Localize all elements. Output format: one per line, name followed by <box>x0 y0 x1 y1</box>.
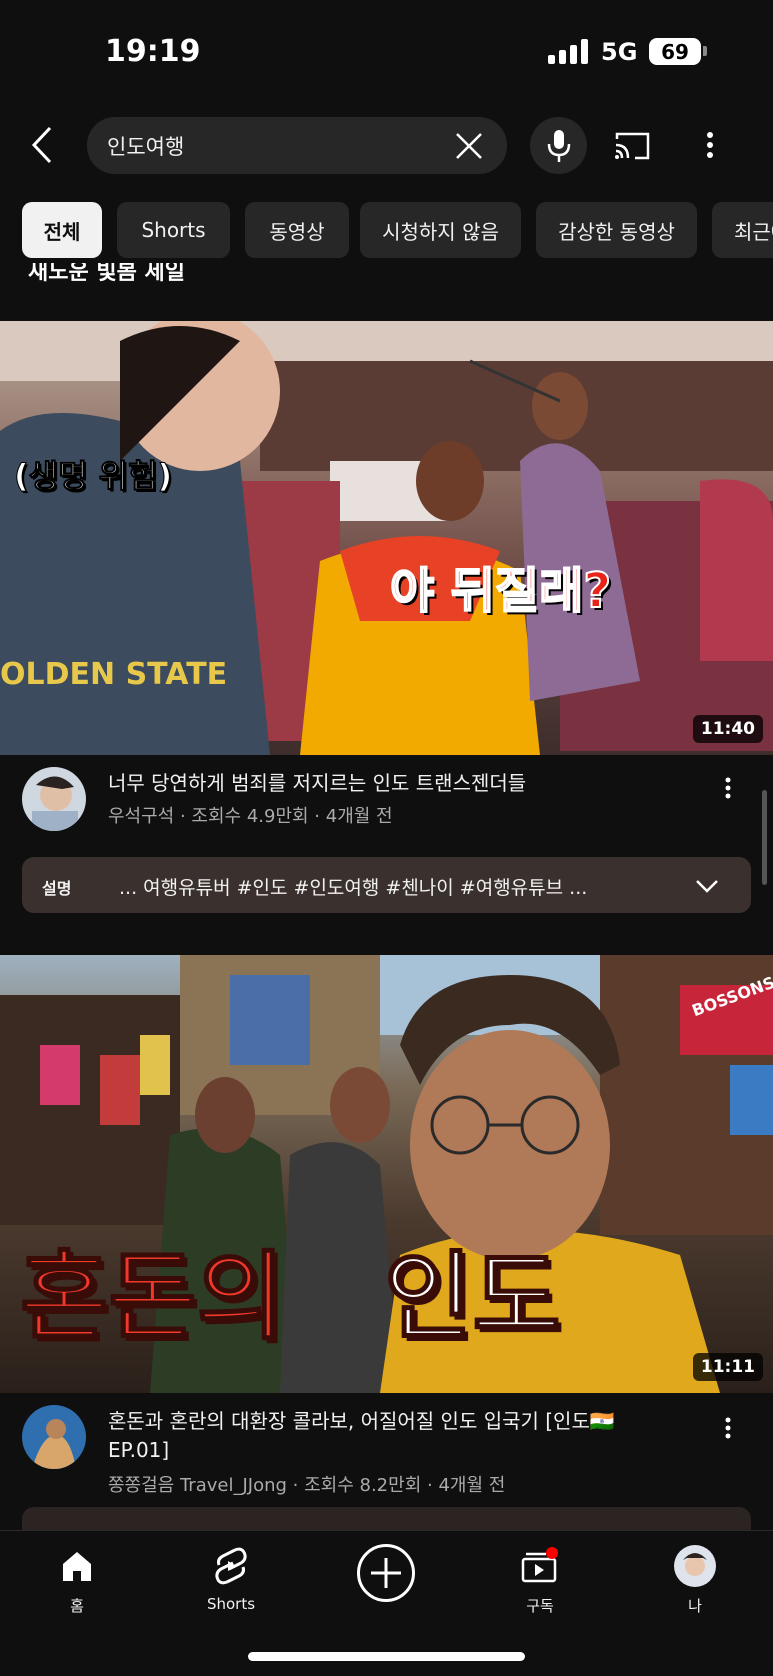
close-icon <box>456 133 482 159</box>
video-duration: 11:11 <box>692 1353 763 1381</box>
video-meta: 너무 당연하게 범죄를 저지르는 인도 트랜스젠더들 우석구석 · 조회수 4.… <box>0 767 773 847</box>
previous-item-title: 새노운 빛봄 세일 <box>28 263 348 289</box>
view-count: 조회수 4.9만회 <box>191 806 309 827</box>
video-menu-button[interactable] <box>716 1411 740 1445</box>
shirt-text: OLDEN STATE <box>0 657 228 692</box>
chip-shorts[interactable]: Shorts <box>117 202 230 258</box>
chip-all[interactable]: 전체 <box>22 202 102 258</box>
microphone-icon <box>547 129 570 162</box>
channel-name[interactable]: 우석구석 <box>108 806 174 827</box>
thumb-caption-left: (생명 위험) <box>13 457 173 496</box>
video-subtitle: 우석구석 · 조회수 4.9만회 · 4개월 전 <box>108 806 393 827</box>
profile-avatar <box>672 1541 718 1591</box>
thumb-caption-a: 혼돈의 <box>19 1241 286 1353</box>
thumb-caption-b: 인도 <box>383 1241 562 1353</box>
thumb-caption-right: 야 뒤질래? <box>389 562 612 620</box>
subscriptions-icon <box>517 1541 563 1591</box>
video-thumbnail[interactable]: BOSSONS 혼돈의 인도 11:11 <box>0 955 773 1393</box>
cast-icon <box>615 132 650 160</box>
search-input[interactable]: 인도여행 <box>87 117 507 174</box>
battery-level: 69 <box>661 39 689 64</box>
more-vertical-icon <box>707 132 713 158</box>
nav-home-label: 홈 <box>70 1597 84 1615</box>
previous-item-title-text: 새노운 빛봄 세일 <box>28 263 185 285</box>
battery-icon: 69 <box>649 38 701 65</box>
more-vertical-icon <box>725 1417 731 1439</box>
description-label: 설명 <box>42 879 72 898</box>
description-text: ... 여행유튜버 #인도 #인도여행 #첸나이 #여행유튜브 ... <box>119 877 588 899</box>
chevron-down-icon[interactable] <box>692 871 722 901</box>
scroll-indicator <box>762 790 767 885</box>
video-subtitle: 쫑쫑걸음 Travel_JJong · 조회수 8.2만회 · 4개월 전 <box>108 1475 506 1496</box>
video-title-line1: 혼돈과 혼란의 대환장 콜라보, 어질어질 인도 입국기 [인도🇮🇳 <box>108 1409 615 1433</box>
cast-button[interactable] <box>610 124 654 168</box>
channel-name[interactable]: 쫑쫑걸음 Travel_JJong <box>108 1475 287 1496</box>
chip-videos[interactable]: 동영상 <box>245 202 349 258</box>
back-button[interactable] <box>22 120 62 170</box>
nav-subscriptions-label: 구독 <box>526 1597 554 1615</box>
search-query: 인도여행 <box>107 135 185 159</box>
network-type: 5G <box>601 38 638 66</box>
status-bar: 19:19 5G 69 <box>0 0 773 100</box>
home-icon <box>54 1541 100 1591</box>
video-thumbnail[interactable]: (생명 위험) 야 뒤질래? OLDEN STATE 11:40 <box>0 321 773 755</box>
video-title[interactable]: 너무 당연하게 범죄를 저지르는 인도 트랜스젠더들 <box>108 769 708 798</box>
chip-watched[interactable]: 감상한 동영상 <box>536 202 697 258</box>
plus-icon <box>371 1558 401 1588</box>
filter-chips: 전체 Shorts 동영상 시청하지 않음 감상한 동영상 최근에 <box>0 200 773 260</box>
chip-unwatched[interactable]: 시청하지 않음 <box>360 202 521 258</box>
upload-age: 4개월 전 <box>325 806 393 827</box>
nav-you-label: 나 <box>688 1597 702 1615</box>
create-button[interactable] <box>357 1544 415 1602</box>
signal-icon <box>548 38 590 64</box>
more-vertical-icon <box>725 777 731 799</box>
clear-search-button[interactable] <box>449 127 489 165</box>
description-bar[interactable]: 설명 ... 여행유튜버 #인도 #인도여행 #첸나이 #여행유튜브 ... <box>22 857 751 913</box>
chip-recent[interactable]: 최근에 <box>712 202 773 258</box>
view-count: 조회수 8.2만회 <box>304 1475 422 1496</box>
video-menu-button[interactable] <box>716 771 740 805</box>
upload-age: 4개월 전 <box>438 1475 506 1496</box>
voice-search-button[interactable] <box>530 117 587 174</box>
video-duration: 11:40 <box>692 715 763 743</box>
battery-tip <box>703 46 707 56</box>
search-header: 인도여행 <box>0 110 773 180</box>
channel-avatar[interactable] <box>22 1405 86 1469</box>
nav-you[interactable]: 나 <box>640 1541 750 1631</box>
channel-avatar-image <box>22 1405 86 1469</box>
video-title-line2: EP.01] <box>108 1438 170 1462</box>
chevron-left-icon <box>31 126 52 164</box>
nav-shorts-label: Shorts <box>206 1595 256 1613</box>
shorts-icon <box>208 1541 254 1591</box>
channel-avatar[interactable] <box>22 767 86 831</box>
video-title[interactable]: 혼돈과 혼란의 대환장 콜라보, 어질어질 인도 입국기 [인도🇮🇳 EP.01… <box>108 1407 708 1465</box>
video-meta: 혼돈과 혼란의 대환장 콜라보, 어질어질 인도 입국기 [인도🇮🇳 EP.01… <box>0 1405 773 1505</box>
nav-subscriptions[interactable]: 구독 <box>485 1541 595 1631</box>
status-time: 19:19 <box>105 34 201 69</box>
more-options-button[interactable] <box>693 122 727 168</box>
nav-shorts[interactable]: Shorts <box>176 1541 286 1631</box>
nav-home[interactable]: 홈 <box>22 1541 132 1631</box>
home-indicator <box>248 1652 525 1661</box>
channel-avatar-image <box>22 767 86 831</box>
